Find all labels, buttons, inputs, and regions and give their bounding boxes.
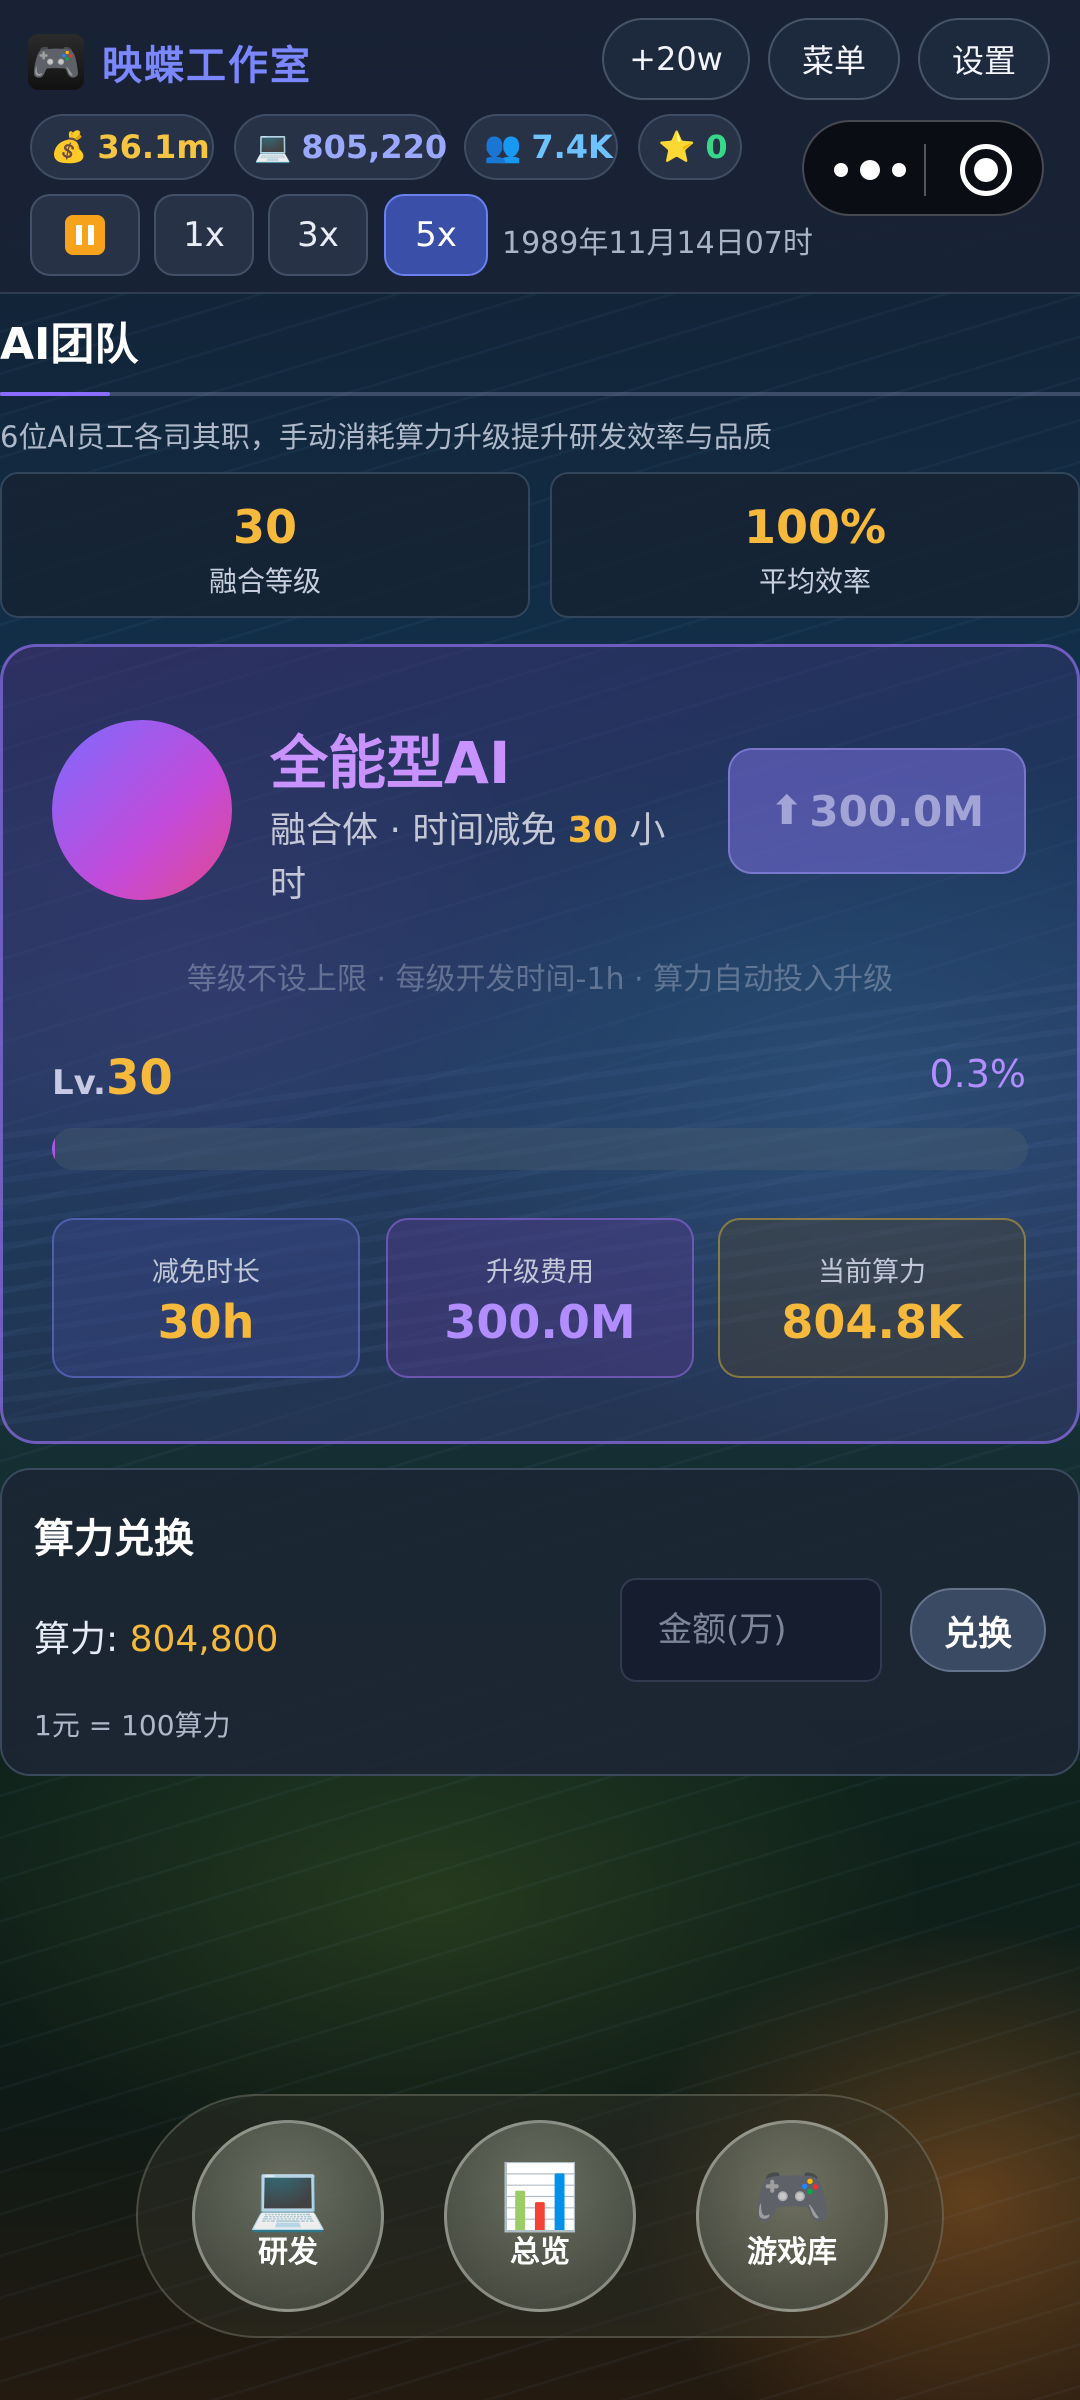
avg-efficiency-card: 100% 平均效率: [550, 472, 1080, 618]
exchange-balance: 算力: 804,800: [34, 1610, 278, 1662]
gamepad-icon: 🎮: [28, 34, 84, 90]
upgrade-button[interactable]: ⬆ 300.0M: [728, 748, 1026, 874]
up-arrow-icon: ⬆: [769, 788, 804, 834]
gamepad-icon: 🎮: [752, 2161, 832, 2235]
stars-stat: ⭐ 0: [638, 114, 742, 180]
reduce-time-value: 30h: [157, 1295, 255, 1349]
reduce-time-card: 减免时长 30h: [52, 1218, 360, 1378]
ai-subtitle-prefix: 融合体 · 时间减免: [270, 810, 568, 851]
nav-overview-label: 总览: [510, 2235, 570, 2270]
exchange-button[interactable]: 兑换: [910, 1588, 1046, 1672]
fans-stat: 👥 7.4K: [464, 114, 618, 180]
nav-research-label: 研发: [258, 2235, 318, 2270]
level-progress-bar: [52, 1128, 1028, 1170]
nav-library-label: 游戏库: [747, 2235, 837, 2270]
upgrade-cost-value: 300.0M: [444, 1295, 636, 1349]
add-money-button[interactable]: +20w: [602, 18, 750, 100]
money-value: 36.1m: [97, 128, 210, 166]
fans-value: 7.4K: [531, 128, 613, 166]
ai-subtitle: 融合体 · 时间减免 30 小时: [270, 804, 690, 912]
pause-button[interactable]: [30, 194, 140, 276]
avg-efficiency-value: 100%: [743, 500, 887, 554]
speed-3x-button[interactable]: 3x: [268, 194, 368, 276]
compute-value: 805,220: [301, 128, 448, 166]
time-reduction-value: 30: [567, 810, 618, 851]
exchange-balance-value: 804,800: [129, 1619, 279, 1660]
nav-overview-button[interactable]: 📊 总览: [444, 2120, 636, 2312]
level-progress-text: 0.3%: [929, 1052, 1026, 1096]
compute-stat: 💻 805,220: [234, 114, 448, 180]
laptop-icon: 💻: [254, 129, 292, 165]
close-target-icon[interactable]: [960, 144, 1012, 196]
miniprogram-capsule: [802, 120, 1044, 216]
exchange-amount-input[interactable]: [620, 1578, 882, 1682]
current-compute-label: 当前算力: [818, 1257, 926, 1288]
nav-research-button[interactable]: 💻 研发: [192, 2120, 384, 2312]
money-bag-icon: 💰: [50, 129, 88, 165]
exchange-balance-label: 算力:: [34, 1619, 130, 1660]
upgrade-cost-card: 升级费用 300.0M: [386, 1218, 694, 1378]
menu-button[interactable]: 菜单: [768, 18, 900, 100]
level-prefix: Lv.: [52, 1063, 106, 1103]
settings-button[interactable]: 设置: [918, 18, 1050, 100]
stars-value: 0: [705, 128, 728, 166]
current-compute-value: 804.8K: [781, 1295, 963, 1349]
money-stat: 💰 36.1m: [30, 114, 214, 180]
fusion-note: 等级不设上限 · 每级开发时间-1h · 算力自动投入升级: [186, 962, 894, 997]
people-icon: 👥: [484, 129, 522, 165]
section-divider: [0, 392, 1080, 396]
section-title: AI团队: [0, 319, 139, 370]
pause-icon: [65, 215, 105, 255]
fusion-level-value: 30: [232, 500, 297, 554]
upgrade-cost-label: 升级费用: [486, 1257, 594, 1288]
fusion-level-label: 融合等级: [208, 565, 321, 598]
ai-name: 全能型AI: [270, 729, 511, 797]
exchange-title: 算力兑换: [34, 1516, 194, 1562]
reduce-time-label: 减免时长: [152, 1257, 260, 1288]
studio-title: 映蝶工作室: [102, 43, 312, 89]
star-icon: ⭐: [658, 129, 696, 165]
bar-chart-icon: 📊: [500, 2161, 580, 2235]
fusion-level-card: 30 融合等级: [0, 472, 530, 618]
section-description: 6位AI员工各司其职，手动消耗算力升级提升研发效率与品质: [0, 420, 772, 454]
game-date: 1989年11月14日07时: [502, 226, 813, 261]
capsule-divider: [924, 144, 926, 196]
more-icon[interactable]: [834, 152, 906, 188]
brand: 🎮 映蝶工作室: [28, 34, 312, 90]
current-compute-card: 当前算力 804.8K: [718, 1218, 1026, 1378]
ai-avatar: [52, 720, 232, 900]
nav-library-button[interactable]: 🎮 游戏库: [696, 2120, 888, 2312]
laptop-icon: 💻: [248, 2161, 328, 2235]
avg-efficiency-label: 平均效率: [758, 565, 871, 598]
upgrade-cost: 300.0M: [809, 786, 985, 836]
level-label: Lv.30: [52, 1050, 173, 1106]
speed-5x-button[interactable]: 5x: [384, 194, 488, 276]
exchange-rate: 1元 = 100算力: [34, 1709, 231, 1742]
level-number: 30: [105, 1050, 173, 1106]
speed-1x-button[interactable]: 1x: [154, 194, 254, 276]
